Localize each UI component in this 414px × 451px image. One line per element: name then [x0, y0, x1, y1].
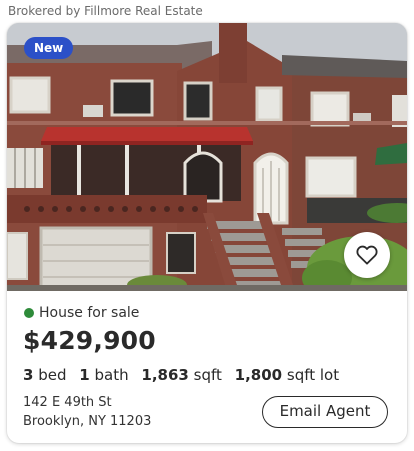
- lot-unit: sqft lot: [286, 366, 340, 384]
- listing-photo[interactable]: New: [7, 23, 407, 291]
- status-label: House for sale: [39, 305, 140, 321]
- status-dot-icon: [24, 308, 34, 318]
- listing-card[interactable]: New House for sale $429,900 3 bed 1 bath…: [7, 23, 407, 443]
- sqft-value: 1,863: [141, 366, 189, 384]
- property-facts: 3 bed 1 bath 1,863 sqft 1,800 sqft lot: [23, 366, 347, 384]
- listing-price: $429,900: [23, 326, 156, 355]
- beds-unit: bed: [38, 366, 67, 384]
- baths-value: 1: [79, 366, 90, 384]
- sqft-fact: 1,863 sqft: [141, 366, 221, 384]
- address-line-city: Brooklyn, NY 11203: [23, 414, 152, 429]
- email-agent-button[interactable]: Email Agent: [262, 396, 388, 428]
- baths-unit: bath: [94, 366, 129, 384]
- heart-icon: [356, 245, 378, 265]
- lot-fact: 1,800 sqft lot: [235, 366, 339, 384]
- new-badge: New: [24, 37, 74, 59]
- beds-value: 3: [23, 366, 34, 384]
- broker-credit: Brokered by Fillmore Real Estate: [8, 4, 203, 18]
- baths-fact: 1 bath: [79, 366, 128, 384]
- address-line-street: 142 E 49th St: [23, 395, 112, 410]
- lot-value: 1,800: [234, 366, 283, 384]
- listing-status: House for sale: [24, 305, 139, 321]
- beds-fact: 3 bed: [23, 366, 67, 384]
- sqft-unit: sqft: [193, 366, 222, 384]
- listing-address[interactable]: 142 E 49th St Brooklyn, NY 11203: [23, 393, 151, 431]
- favorite-button[interactable]: [344, 232, 390, 278]
